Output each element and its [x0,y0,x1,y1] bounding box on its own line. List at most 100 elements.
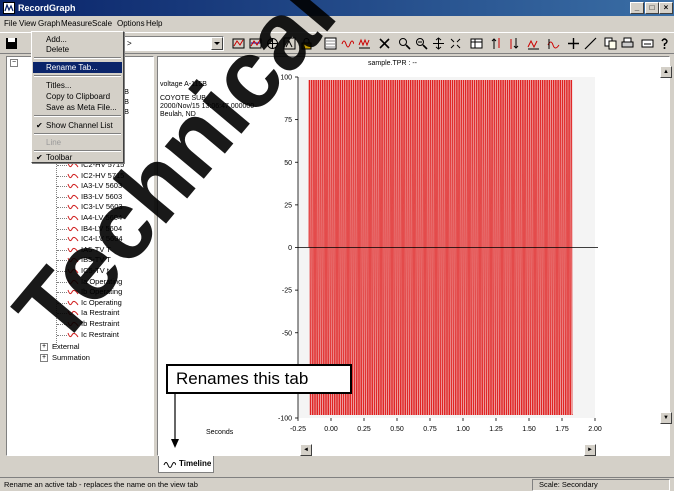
y-tick-label: 75 [284,117,292,124]
channel-label: IC5-TV t [81,266,109,275]
waveform-icon [67,300,79,306]
cursor-cross-icon[interactable] [265,36,280,51]
scroll-up-button[interactable]: ▲ [660,66,672,78]
graph-zoom-icon[interactable] [231,36,246,51]
lock-icon[interactable] [299,36,314,51]
x-tick-label: -0.25 [290,426,306,433]
tree-connector [57,324,67,325]
waveform-icon [67,321,79,327]
minimize-button[interactable]: _ [630,2,644,14]
tree-group-label: Summation [52,353,90,362]
measure-box-icon[interactable] [282,36,297,51]
menu-copy-clipboard[interactable]: Copy to Clipboard [33,91,122,102]
menu-separator [34,133,121,135]
menu-item-label: Delete [46,45,70,54]
status-scale: Scale: Secondary [532,479,670,491]
waveform-icon [67,237,79,242]
tree-connector [57,196,67,198]
channel-combo[interactable]: > [124,36,224,51]
text-tool-icon[interactable] [640,36,655,51]
print-icon[interactable] [620,36,635,51]
menu-view[interactable]: View [19,19,36,28]
waveform-icon[interactable] [340,36,355,51]
menu-toolbar[interactable]: ✔ Toolbar [33,152,122,163]
help-icon[interactable] [657,36,672,51]
menu-show-channel-list[interactable]: ✔ Show Channel List [33,120,122,131]
harmonics-icon[interactable] [357,36,372,51]
tree-group-label: External [52,342,80,351]
menu-save-meta[interactable]: Save as Meta File... [33,102,122,113]
menu-rename-tab[interactable]: Rename Tab... [33,62,122,73]
waveform-icon [67,268,79,274]
scroll-down-button[interactable]: ▼ [660,412,672,424]
menu-help[interactable]: Help [146,19,162,28]
menu-separator [34,57,121,59]
menu-scale[interactable]: Scale [92,19,112,28]
y-tick-label: 0 [288,245,292,252]
waveform-icon [67,173,79,178]
waveform-icon [67,332,79,337]
grid-icon[interactable] [323,36,338,51]
menu-item-label: Copy to Clipboard [46,92,111,101]
menu-line: Line [33,137,122,148]
menu-titles[interactable]: Titles... [33,80,122,91]
x-axis-label: Seconds [206,429,234,436]
tree-root-expander[interactable]: − [10,59,18,67]
scroll-left-button[interactable]: ◄ [300,444,312,456]
delete-x-icon[interactable] [377,36,392,51]
menu-item-label: Line [46,138,62,147]
scroll-right-button[interactable]: ► [584,444,596,456]
tree-connector [57,175,67,177]
tree-partial-label: B [124,97,130,106]
check-icon: ✔ [36,121,43,130]
save-icon[interactable] [4,36,19,51]
channel-combo-value: > [127,39,132,48]
channel-label: Ic Restraint [81,329,119,339]
expand-external-icon[interactable]: + [40,343,48,351]
measure-peak-icon[interactable] [526,36,541,51]
horizontal-scrollbar[interactable]: ◄ ► [156,444,596,456]
tree-connector [57,292,67,294]
tab-timeline[interactable]: Timeline [158,456,214,473]
x-tick-label: 0.50 [390,426,404,433]
tree-connector [57,249,67,251]
x-tick-label: 2.00 [588,426,602,433]
vertical-scrollbar[interactable]: ▲ ▼ [660,66,672,428]
view-menu-dropdown: Add... Delete Rename Tab... Titles... Co… [31,31,124,163]
check-icon: ✔ [36,153,43,162]
graph-overlay-icon[interactable] [248,36,263,51]
y-tick-label: 50 [284,160,292,167]
maximize-button[interactable]: □ [645,2,659,14]
status-text: Rename an active tab - replaces the name… [4,480,198,489]
channel-label: Ia Operating [81,276,123,286]
combo-dropdown-button[interactable] [211,37,223,50]
x-tick-label: 1.25 [489,426,503,433]
waveform-icon [67,205,79,210]
waveform-icon [67,247,79,253]
fit-icon[interactable] [448,36,463,51]
measure-cycle-icon[interactable] [546,36,561,51]
menu-file[interactable]: File [4,19,17,28]
zoom-out-icon[interactable] [414,36,429,51]
pan-icon[interactable] [431,36,446,51]
menu-options[interactable]: Options [117,19,145,28]
expand-summation-icon[interactable]: + [40,354,48,362]
status-bar: Rename an active tab - replaces the name… [0,477,674,491]
waveform-chart[interactable]: 1007550250-25-50-75-100-0.250.000.250.50… [158,57,669,455]
graph-view[interactable]: voltage A-115B COYOTE SUB 2000/Nov/15 13… [157,56,670,456]
channel-label: Ib Operating [81,287,123,297]
table-view-icon[interactable] [469,36,484,51]
cursor-down-icon[interactable] [506,36,521,51]
menu-measure[interactable]: Measure [61,19,92,28]
menu-graph[interactable]: Graph [38,19,60,28]
cursor-up-icon[interactable] [489,36,504,51]
waveform-icon [67,279,79,284]
slope-line-icon[interactable] [583,36,598,51]
zoom-in-icon[interactable] [397,36,412,51]
x-tick-label: 1.00 [456,426,470,433]
x-tick-label: 0.25 [357,426,371,433]
close-button[interactable]: × [659,2,673,14]
copy-icon[interactable] [603,36,618,51]
menu-delete[interactable]: Delete [33,44,122,55]
add-cursor-icon[interactable] [566,36,581,51]
